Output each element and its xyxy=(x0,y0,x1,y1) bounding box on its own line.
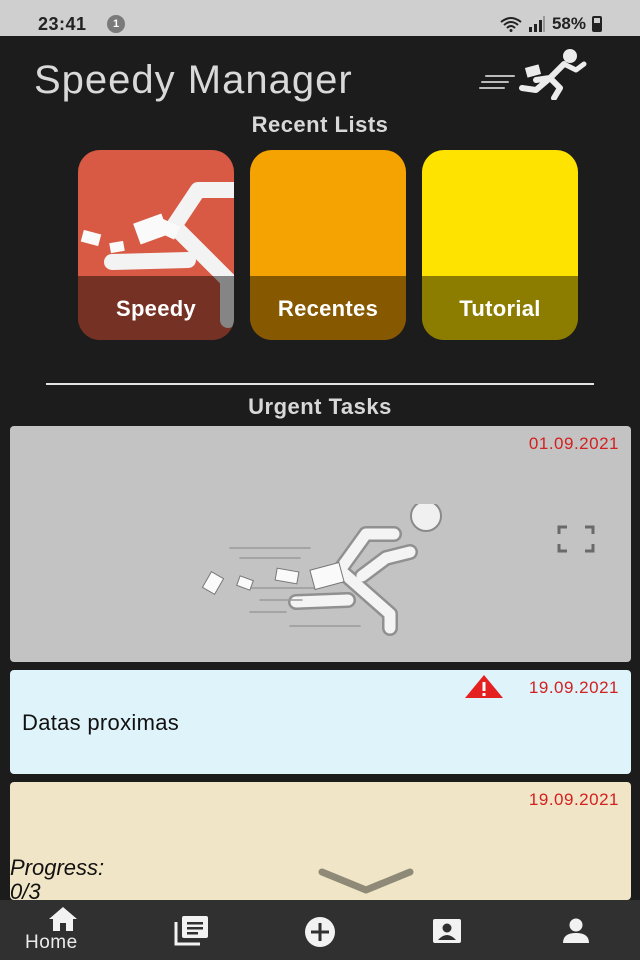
urgent-task-card[interactable]: 19.09.2021 Datas proximas xyxy=(10,670,631,774)
home-icon[interactable] xyxy=(46,904,80,934)
recent-lists-title: Recent Lists xyxy=(251,112,389,137)
urgent-tasks-title: Urgent Tasks xyxy=(248,394,392,419)
nav-home-label[interactable]: Home xyxy=(25,932,78,954)
task-due-date: 01.09.2021 xyxy=(528,434,619,453)
recent-list-recentes[interactable]: Recentes xyxy=(250,150,406,340)
add-icon[interactable] xyxy=(302,914,338,950)
app-title: Speedy Manager xyxy=(34,58,353,102)
battery-percent: 58% xyxy=(551,14,586,33)
progress-value: 0/3 xyxy=(10,879,41,901)
recent-list-label: Recentes xyxy=(277,296,379,321)
status-bar: 23:41 1 58% xyxy=(0,0,640,36)
chevron-down-icon[interactable] xyxy=(316,868,416,894)
status-time: 23:41 xyxy=(38,14,87,34)
bottom-nav: Home xyxy=(0,900,640,960)
recent-list-tutorial[interactable]: Tutorial xyxy=(422,150,578,340)
task-due-date: 19.09.2021 xyxy=(528,790,619,809)
battery-icon xyxy=(592,16,602,32)
wifi-icon xyxy=(500,17,522,32)
recent-list-label: Speedy xyxy=(115,296,197,321)
contacts-icon[interactable] xyxy=(430,916,464,946)
section-divider xyxy=(46,383,594,385)
task-progress: Progress: 0/3 xyxy=(10,855,105,901)
recent-list-label: Tutorial xyxy=(459,296,541,321)
expand-icon[interactable] xyxy=(556,524,596,554)
progress-label: Progress: xyxy=(10,855,105,880)
recent-lists: Speedy Recentes Tutorial xyxy=(78,150,578,340)
running-man-logo xyxy=(479,49,587,100)
urgent-task-card[interactable]: 19.09.2021 Progress: 0/3 xyxy=(10,782,631,900)
urgent-task-card[interactable]: 01.09.2021 xyxy=(10,426,631,662)
lists-icon[interactable] xyxy=(172,914,210,946)
notification-badge: 1 xyxy=(107,15,125,33)
task-title: Datas proximas xyxy=(22,710,180,735)
recent-list-speedy[interactable]: Speedy xyxy=(78,150,234,340)
profile-icon[interactable] xyxy=(560,916,592,946)
status-icons: 58% xyxy=(500,14,602,34)
running-man-image xyxy=(201,504,442,636)
signal-icon xyxy=(528,16,545,32)
task-due-date: 19.09.2021 xyxy=(528,678,619,697)
warning-icon xyxy=(465,675,503,698)
